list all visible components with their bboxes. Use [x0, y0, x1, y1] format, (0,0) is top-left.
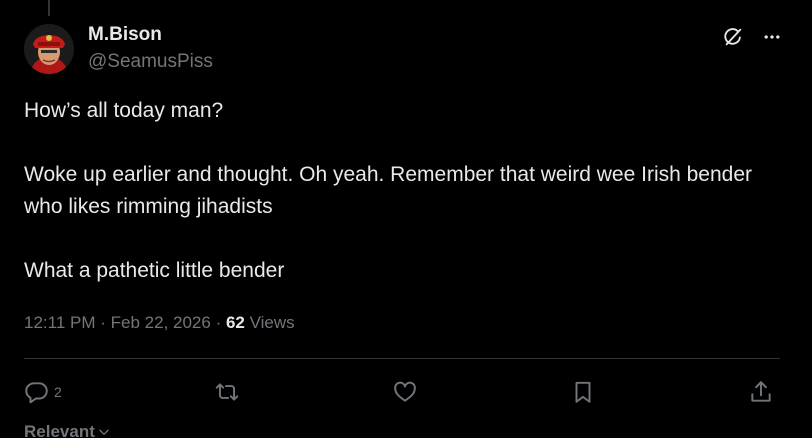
- reply-icon: [25, 382, 48, 404]
- retweet-button[interactable]: [214, 375, 240, 409]
- retweet-icon: [215, 383, 239, 401]
- post-text-line: Woke up earlier and thought. Oh yeah. Re…: [24, 163, 753, 218]
- post-body: How’s all today man? Woke up earlier and…: [24, 95, 784, 287]
- more-icon[interactable]: [762, 27, 782, 47]
- author-block: M.Bison @SeamusPiss: [88, 24, 213, 74]
- user-handle[interactable]: @SeamusPiss: [88, 50, 213, 74]
- like-button[interactable]: [392, 375, 418, 409]
- sort-label: Relevant: [24, 422, 95, 438]
- post-meta: 12:11 PM · Feb 22, 2026 · 62 Views: [24, 310, 295, 336]
- post-text-line: What a pathetic little bender: [24, 259, 285, 282]
- views-count: 62: [225, 313, 245, 332]
- avatar[interactable]: [24, 24, 74, 74]
- reply-button[interactable]: 2: [24, 375, 62, 409]
- display-name[interactable]: M.Bison: [88, 24, 213, 46]
- avatar-image: [24, 24, 74, 74]
- post-time[interactable]: 12:11 PM: [24, 313, 96, 332]
- sort-replies-dropdown[interactable]: Relevant: [24, 422, 111, 438]
- bookmark-button[interactable]: [570, 375, 596, 409]
- post-top-actions: [722, 26, 782, 48]
- meta-separator: ·: [100, 313, 111, 332]
- share-button[interactable]: [748, 375, 774, 409]
- meta-separator: ·: [215, 313, 226, 332]
- views-label: Views: [249, 313, 295, 332]
- grok-icon[interactable]: [722, 26, 744, 48]
- divider: [24, 358, 780, 359]
- reply-count: 2: [54, 384, 62, 400]
- post-text-line: How’s all today man?: [24, 99, 224, 122]
- share-icon: [751, 381, 771, 402]
- like-icon: [394, 381, 416, 402]
- chevron-down-icon: [99, 429, 109, 435]
- thread-connector-line: [48, 0, 50, 16]
- bookmark-icon: [575, 381, 591, 403]
- post-date[interactable]: Feb 22, 2026: [111, 313, 211, 332]
- engagement-bar: 2: [24, 375, 774, 409]
